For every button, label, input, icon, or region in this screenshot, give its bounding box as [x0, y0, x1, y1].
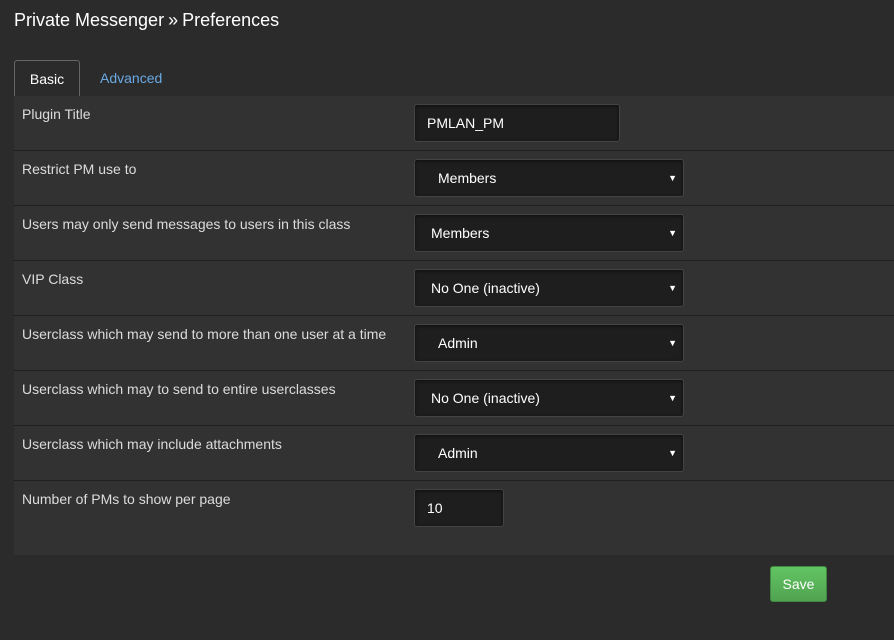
- send-class-value: Members: [431, 225, 490, 241]
- caret-down-icon: ▼: [668, 228, 677, 238]
- vip-class-value: No One (inactive): [431, 280, 540, 296]
- pms-per-page-input[interactable]: 10: [414, 489, 504, 527]
- setting-row-restrict-pm: Restrict PM use to Members ▼: [14, 151, 894, 206]
- class-send-label: Userclass which may to send to entire us…: [22, 381, 336, 397]
- setting-row-pms-per-page: Number of PMs to show per page 10: [14, 481, 894, 536]
- setting-row-attachments: Userclass which may include attachments …: [14, 426, 894, 481]
- breadcrumb-section: Preferences: [182, 10, 280, 30]
- multi-send-label: Userclass which may send to more than on…: [22, 326, 387, 342]
- plugin-title-label: Plugin Title: [22, 106, 91, 122]
- class-send-value: No One (inactive): [431, 390, 540, 406]
- breadcrumb-app-name: Private Messenger: [14, 10, 165, 30]
- tab-basic[interactable]: Basic: [14, 60, 80, 97]
- vip-class-select[interactable]: No One (inactive) ▼: [414, 269, 684, 307]
- restrict-pm-label: Restrict PM use to: [22, 161, 137, 177]
- tab-bar: Basic Advanced: [14, 60, 894, 97]
- attachments-label: Userclass which may include attachments: [22, 436, 282, 452]
- page-title: Private Messenger» Preferences: [14, 8, 279, 32]
- class-send-select[interactable]: No One (inactive) ▼: [414, 379, 684, 417]
- pms-per-page-label: Number of PMs to show per page: [22, 491, 231, 507]
- plugin-title-input[interactable]: PMLAN_PM: [414, 104, 620, 142]
- attachments-select[interactable]: Admin ▼: [414, 434, 684, 472]
- breadcrumb-separator: »: [168, 10, 179, 30]
- caret-down-icon: ▼: [668, 173, 677, 183]
- multi-send-value: Admin: [438, 335, 478, 351]
- send-class-label: Users may only send messages to users in…: [22, 216, 351, 232]
- caret-down-icon: ▼: [668, 448, 677, 458]
- caret-down-icon: ▼: [668, 283, 677, 293]
- restrict-pm-value: Members: [438, 170, 497, 186]
- restrict-pm-select[interactable]: Members ▼: [414, 159, 684, 197]
- save-button[interactable]: Save: [770, 566, 827, 602]
- caret-down-icon: ▼: [668, 393, 677, 403]
- setting-row-multi-send: Userclass which may send to more than on…: [14, 316, 894, 371]
- setting-row-plugin-title: Plugin Title PMLAN_PM: [14, 96, 894, 151]
- setting-row-vip-class: VIP Class No One (inactive) ▼: [14, 261, 894, 316]
- setting-row-send-class: Users may only send messages to users in…: [14, 206, 894, 261]
- preferences-panel: Plugin Title PMLAN_PM Restrict PM use to…: [14, 96, 894, 555]
- tab-advanced[interactable]: Advanced: [100, 60, 162, 96]
- setting-row-class-send: Userclass which may to send to entire us…: [14, 371, 894, 426]
- caret-down-icon: ▼: [668, 338, 677, 348]
- vip-class-label: VIP Class: [22, 271, 84, 287]
- send-class-select[interactable]: Members ▼: [414, 214, 684, 252]
- attachments-value: Admin: [438, 445, 478, 461]
- multi-send-select[interactable]: Admin ▼: [414, 324, 684, 362]
